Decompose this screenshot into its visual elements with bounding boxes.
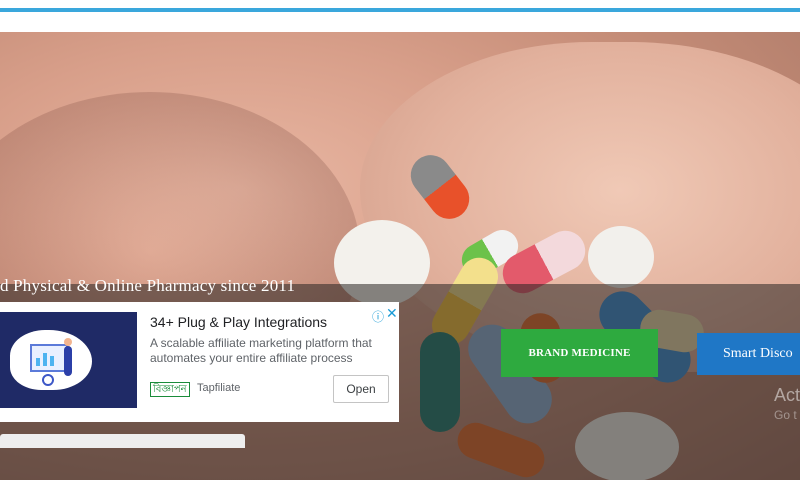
ad-title[interactable]: 34+ Plug & Play Integrations	[150, 314, 327, 330]
close-icon[interactable]: ✕	[386, 305, 398, 322]
header-accent-line	[0, 8, 800, 12]
chart-bar-icon	[50, 356, 54, 366]
person-icon	[64, 346, 72, 376]
ad-thumbnail[interactable]	[0, 312, 137, 408]
ad-open-button[interactable]: Open	[333, 375, 389, 403]
activation-watermark-sub: Go t	[774, 408, 797, 422]
person-head-icon	[64, 338, 72, 346]
info-icon[interactable]: ⓘ	[372, 308, 384, 325]
smart-discount-button[interactable]: Smart Disco	[697, 333, 800, 375]
pill-image	[588, 226, 654, 288]
chart-bar-icon	[43, 353, 47, 366]
brand-medicine-button[interactable]: BRAND MEDICINE	[501, 329, 658, 377]
hero-tagline: d Physical & Online Pharmacy since 2011	[0, 276, 296, 295]
chart-bar-icon	[36, 358, 40, 366]
gear-icon	[42, 374, 54, 386]
ad-banner[interactable]: ⓘ ✕ 34+ Plug & Play Integrations A scala…	[0, 302, 399, 422]
partial-card	[0, 434, 245, 448]
activation-watermark: Act	[774, 385, 800, 405]
ad-advertiser: Tapfiliate	[197, 382, 241, 394]
site-header	[0, 0, 800, 32]
ad-badge: বিজ্ঞাপন	[150, 382, 190, 397]
ad-description: A scalable affiliate marketing platform …	[150, 336, 372, 365]
